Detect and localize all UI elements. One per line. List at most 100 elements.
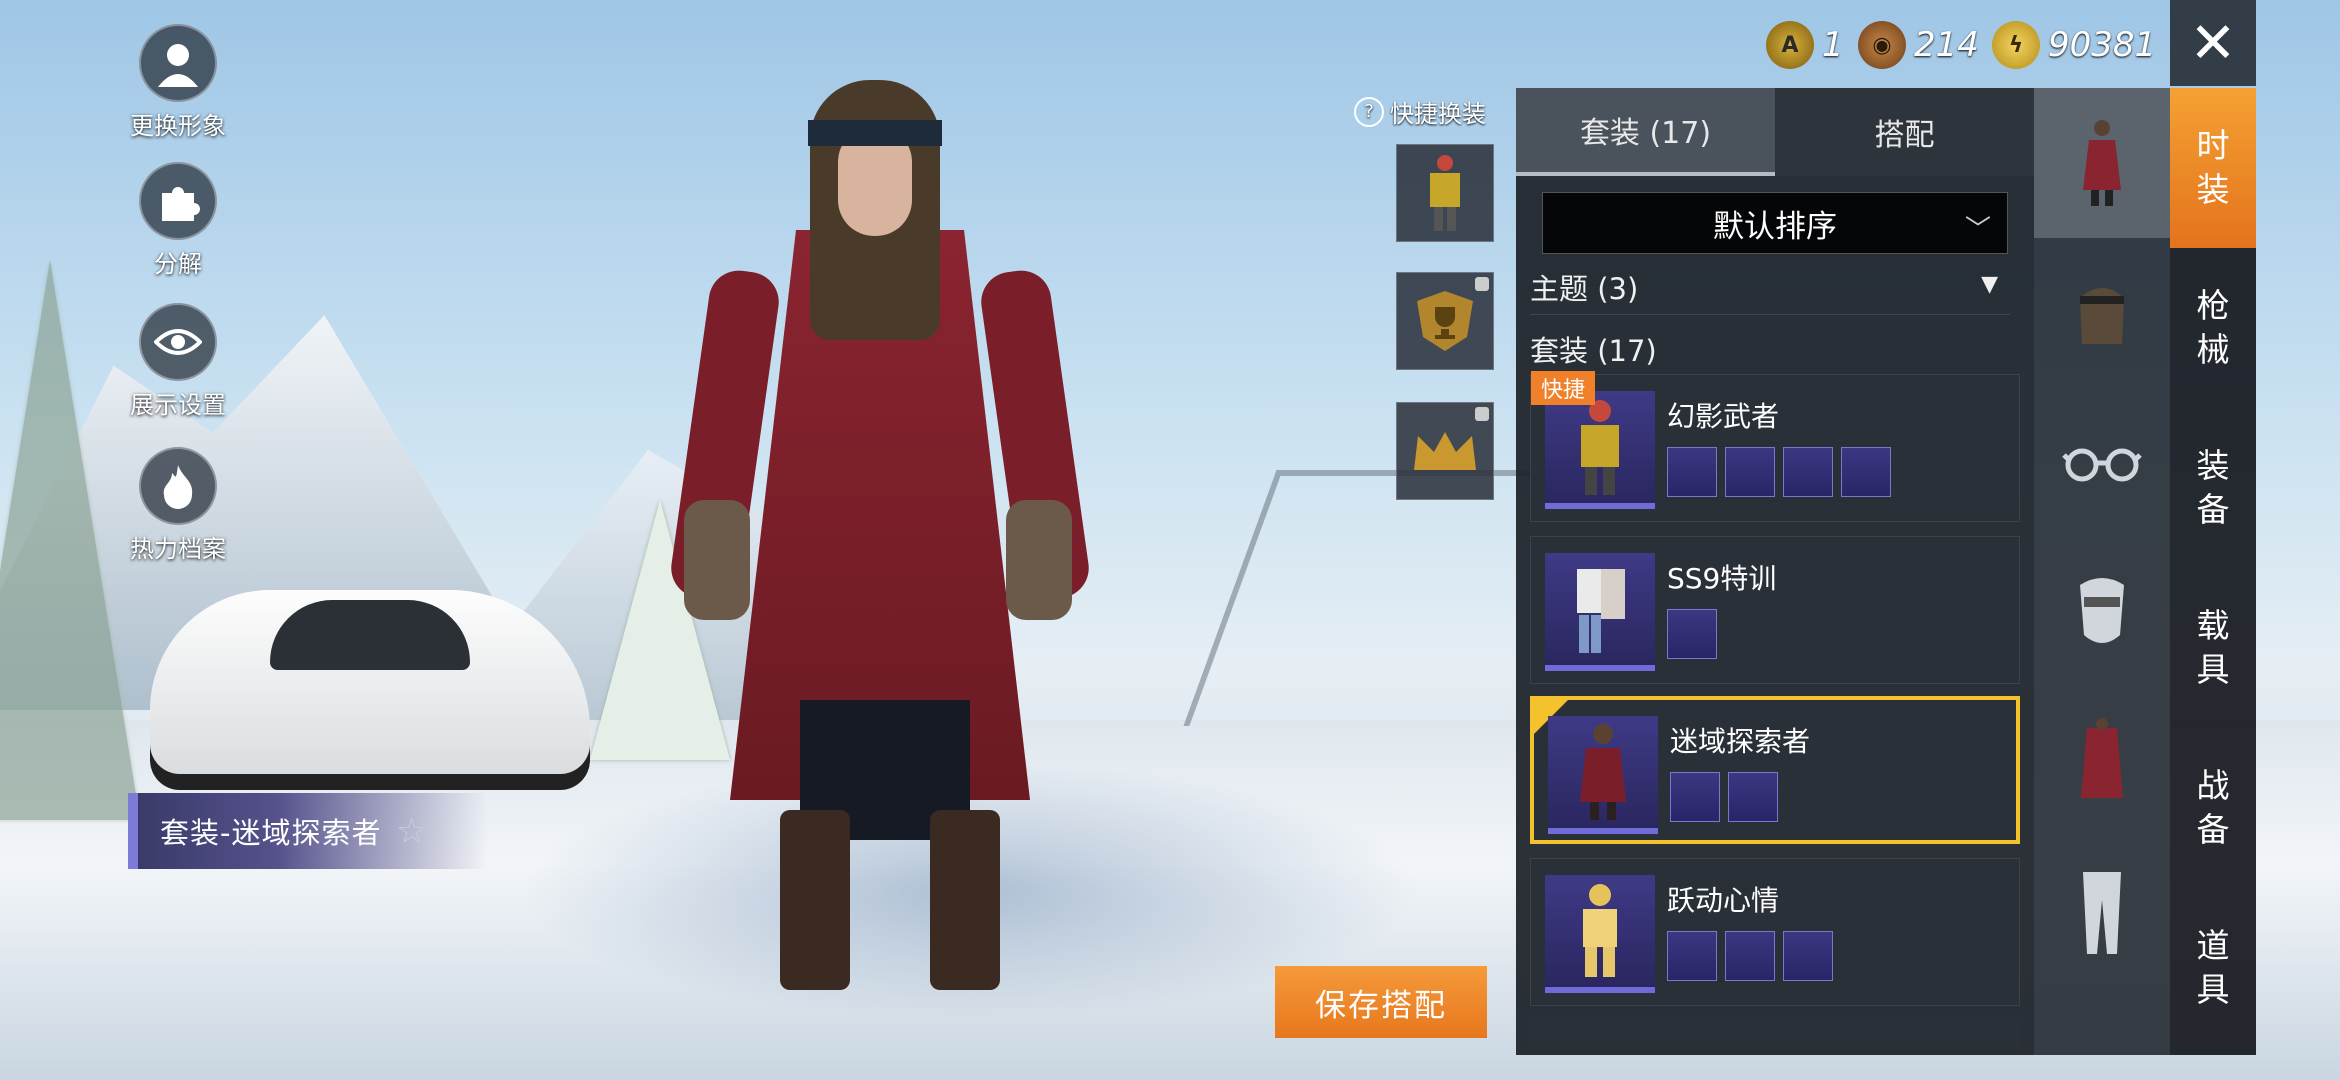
outfit-name: SS9特训 xyxy=(1667,562,1777,595)
tab-items[interactable]: 道 具 xyxy=(2170,888,2256,1048)
heat-archive-button[interactable]: 热力档案 xyxy=(110,447,246,564)
avatar-icon xyxy=(139,24,217,102)
outfit-items xyxy=(1667,609,1717,659)
outfit-name: 迷域探索者 xyxy=(1670,725,1811,758)
outfit-item-slot[interactable] xyxy=(1728,772,1778,822)
mask-icon[interactable] xyxy=(2034,538,2170,688)
question-icon: ? xyxy=(1354,96,1384,127)
lock-icon xyxy=(1475,277,1489,291)
triangle-down-icon: ▼ xyxy=(1981,272,1998,297)
save-outfit-button[interactable]: 保存搭配 xyxy=(1275,966,1487,1038)
ag-coin-icon: A xyxy=(1766,21,1814,69)
change-avatar-button[interactable]: 更换形象 xyxy=(110,24,246,141)
hat-icon[interactable] xyxy=(2034,238,2170,388)
tab-gear[interactable]: 战 备 xyxy=(2170,728,2256,888)
chevron-down-icon: ﹀ xyxy=(1964,215,1991,245)
top-icon[interactable] xyxy=(2034,688,2170,838)
flame-icon xyxy=(139,447,217,525)
tab-fashion-label: 时 装 xyxy=(2196,126,2230,209)
close-button[interactable]: ✕ xyxy=(2170,0,2256,86)
quick-badge: 快捷 xyxy=(1531,371,1596,405)
wardrobe-panel: 套装 (17) 搭配 默认排序 ﹀ 主题 (3) ▼ 套装 (17) 幻影武者 … xyxy=(1516,88,2034,1055)
currency-ag: A 1 xyxy=(1766,18,1844,72)
outfit-item-slot[interactable] xyxy=(1725,931,1775,981)
panel-tabs: 套装 (17) 搭配 xyxy=(1516,88,2034,176)
outfit-icon[interactable] xyxy=(2034,88,2170,238)
category-tab-column: 时 装 枪 械 装 备 载 具 战 备 道 具 xyxy=(2170,88,2256,1055)
theme-section-header[interactable]: 主题 (3) ▼ xyxy=(1530,266,2010,315)
outfit-item-slot[interactable] xyxy=(1725,447,1775,497)
outfit-thumbnail xyxy=(1545,391,1655,509)
close-icon: ✕ xyxy=(2189,10,2237,76)
bp-coin-icon: ◉ xyxy=(1858,21,1906,69)
outfit-item-slot[interactable] xyxy=(1667,931,1717,981)
character-glove xyxy=(1006,500,1072,620)
glasses-icon[interactable] xyxy=(2034,388,2170,538)
trophy-icon xyxy=(1417,291,1473,351)
decompose-button[interactable]: 分解 xyxy=(110,162,246,279)
outfit-item-slot[interactable] xyxy=(1783,447,1833,497)
heat-archive-label: 热力档案 xyxy=(130,535,226,563)
uc-value: 90381 xyxy=(2048,25,2157,65)
sort-dropdown[interactable]: 默认排序 ﹀ xyxy=(1542,192,2008,254)
outfit-item-slot[interactable] xyxy=(1667,447,1717,497)
outfit-card[interactable]: 跃动心情 xyxy=(1530,858,2020,1006)
tab-vehicles[interactable]: 载 具 xyxy=(2170,568,2256,728)
quick-swap-button[interactable]: ? 快捷换装 xyxy=(1354,94,1486,129)
sort-label: 默认排序 xyxy=(1713,208,1837,245)
outfit-item-slot[interactable] xyxy=(1670,772,1720,822)
tab-suits[interactable]: 套装 (17) xyxy=(1516,88,1775,176)
crown-icon xyxy=(1414,432,1476,470)
star-icon[interactable]: ☆ xyxy=(395,811,427,852)
tab-equipment[interactable]: 装 备 xyxy=(2170,408,2256,568)
tab-vehicles-label: 载 具 xyxy=(2196,606,2230,689)
outfit-items xyxy=(1667,447,1891,497)
player-character[interactable] xyxy=(667,80,1093,990)
currency-uc: ϟ 90381 xyxy=(1992,18,2156,72)
outfit-name: 跃动心情 xyxy=(1667,884,1780,917)
outfit-items xyxy=(1670,772,1778,822)
display-settings-label: 展示设置 xyxy=(130,391,226,419)
puzzle-icon xyxy=(139,162,217,240)
bp-value: 214 xyxy=(1914,25,1979,65)
outfit-name: 幻影武者 xyxy=(1667,400,1780,433)
outfit-thumbnail xyxy=(1545,553,1655,671)
category-column xyxy=(2034,88,2170,1055)
change-avatar-label: 更换形象 xyxy=(130,112,226,140)
pants-icon[interactable] xyxy=(2034,838,2170,988)
character-boot xyxy=(780,810,850,990)
outfit-item-slot[interactable] xyxy=(1783,931,1833,981)
suit-section-header: 套装 (17) xyxy=(1530,334,1657,368)
outfit-card[interactable]: SS9特训 xyxy=(1530,536,2020,684)
tab-fashion[interactable]: 时 装 xyxy=(2170,88,2256,248)
character-headband xyxy=(808,120,942,146)
decompose-label: 分解 xyxy=(154,250,202,278)
theme-section-label: 主题 (3) xyxy=(1530,272,1639,306)
tab-equipment-label: 装 备 xyxy=(2196,446,2230,529)
current-outfit-label: 套装-迷域探索者 xyxy=(160,816,382,850)
quick-swap-label: 快捷换装 xyxy=(1390,100,1486,128)
white-car xyxy=(150,590,590,790)
tab-combos[interactable]: 搭配 xyxy=(1775,88,2034,176)
tab-weapons[interactable]: 枪 械 xyxy=(2170,248,2256,408)
outfit-preview-icon xyxy=(1430,155,1460,231)
outfit-items xyxy=(1667,931,1833,981)
outfit-card[interactable]: 幻影武者 快捷 xyxy=(1530,371,2020,522)
current-outfit-banner: 套装-迷域探索者 ☆ xyxy=(128,793,488,869)
outfit-item-slot[interactable] xyxy=(1841,447,1891,497)
display-settings-button[interactable]: 展示设置 xyxy=(110,303,246,420)
tab-gear-label: 战 备 xyxy=(2196,766,2230,849)
uc-coin-icon: ϟ xyxy=(1992,21,2040,69)
outfit-thumbnail xyxy=(1545,875,1655,993)
outfit-card-selected[interactable]: 迷域探索者 xyxy=(1530,696,2020,844)
currency-bp: ◉ 214 xyxy=(1858,18,1979,72)
outfit-item-slot[interactable] xyxy=(1667,609,1717,659)
quick-slot-outfit[interactable] xyxy=(1396,144,1494,242)
lock-icon xyxy=(1475,407,1489,421)
character-boot xyxy=(930,810,1000,990)
quick-slot-crown[interactable] xyxy=(1396,402,1494,500)
tab-weapons-label: 枪 械 xyxy=(2196,286,2230,369)
outfit-card-partial[interactable] xyxy=(1530,1018,2020,1048)
quick-slot-trophy[interactable] xyxy=(1396,272,1494,370)
eye-icon xyxy=(139,303,217,381)
